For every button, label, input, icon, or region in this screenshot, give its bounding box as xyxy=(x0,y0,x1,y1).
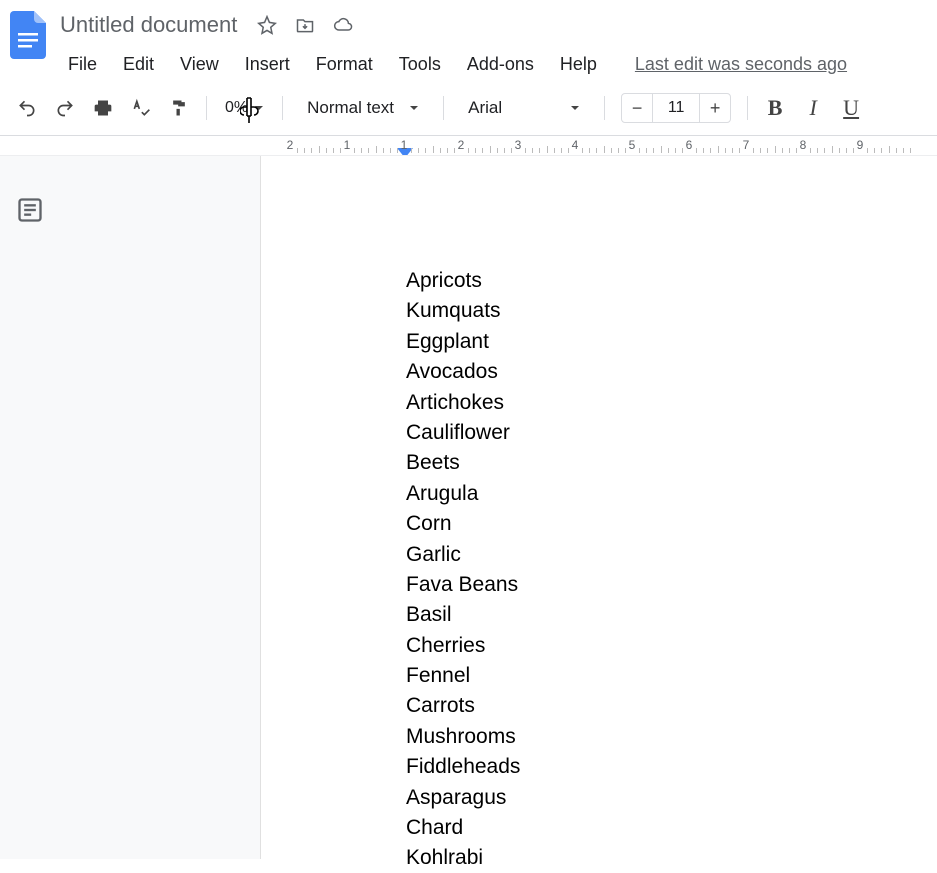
document-title[interactable]: Untitled document xyxy=(56,10,241,40)
doc-line[interactable]: Apricots xyxy=(406,266,937,295)
separator xyxy=(206,96,207,120)
separator xyxy=(443,96,444,120)
menu-tools[interactable]: Tools xyxy=(387,48,453,81)
menu-addons[interactable]: Add-ons xyxy=(455,48,546,81)
menu-edit[interactable]: Edit xyxy=(111,48,166,81)
horizontal-ruler[interactable]: 2 1 1 2 3 4 5 6 7 8 9 xyxy=(0,136,937,156)
doc-line[interactable]: Garlic xyxy=(406,540,937,569)
menu-insert[interactable]: Insert xyxy=(233,48,302,81)
zoom-value: 0% xyxy=(225,99,248,117)
star-icon[interactable] xyxy=(255,13,279,37)
ruler-tick-label: 2 xyxy=(287,138,294,152)
ruler-tick-label: 1 xyxy=(401,138,408,152)
ruler-tick-label: 5 xyxy=(629,138,636,152)
ruler-tick-label: 8 xyxy=(800,138,807,152)
doc-line[interactable]: Fennel xyxy=(406,661,937,690)
doc-line[interactable]: Arugula xyxy=(406,479,937,508)
doc-line[interactable]: Eggplant xyxy=(406,327,937,356)
doc-line[interactable]: Beets xyxy=(406,448,937,477)
doc-line[interactable]: Mushrooms xyxy=(406,722,937,751)
ruler-tick-label: 9 xyxy=(857,138,864,152)
paint-format-icon[interactable] xyxy=(162,91,196,125)
undo-icon[interactable] xyxy=(10,91,44,125)
doc-line[interactable]: Avocados xyxy=(406,357,937,386)
document-outline-icon[interactable] xyxy=(16,196,44,224)
separator xyxy=(282,96,283,120)
separator xyxy=(747,96,748,120)
doc-line[interactable]: Fiddleheads xyxy=(406,752,937,781)
font-size-input[interactable]: 11 xyxy=(652,94,700,122)
spellcheck-icon[interactable] xyxy=(124,91,158,125)
underline-button[interactable]: U xyxy=(834,91,868,125)
ruler-tick-label: 2 xyxy=(458,138,465,152)
increase-font-size-button[interactable]: + xyxy=(700,94,730,122)
decrease-font-size-button[interactable]: − xyxy=(622,94,652,122)
last-edit-link[interactable]: Last edit was seconds ago xyxy=(635,54,847,75)
doc-line[interactable]: Asparagus xyxy=(406,783,937,812)
menu-file[interactable]: File xyxy=(56,48,109,81)
page-margin-area xyxy=(60,156,260,859)
doc-line[interactable]: Cauliflower xyxy=(406,418,937,447)
chevron-down-icon xyxy=(570,103,580,113)
separator xyxy=(604,96,605,120)
font-family-label: Arial xyxy=(468,98,502,118)
chevron-down-icon xyxy=(254,103,264,113)
paragraph-style-label: Normal text xyxy=(307,98,394,118)
doc-line[interactable]: Chard xyxy=(406,813,937,842)
menu-view[interactable]: View xyxy=(168,48,231,81)
menu-help[interactable]: Help xyxy=(548,48,609,81)
cloud-status-icon[interactable] xyxy=(331,13,355,37)
italic-button[interactable]: I xyxy=(796,91,830,125)
toolbar: 0% Normal text Arial − 11 + B I U xyxy=(0,81,937,136)
chevron-down-icon xyxy=(409,103,419,113)
ruler-tick-label: 4 xyxy=(572,138,579,152)
doc-line[interactable]: Fava Beans xyxy=(406,570,937,599)
ruler-tick-label: 7 xyxy=(743,138,750,152)
move-icon[interactable] xyxy=(293,13,317,37)
doc-line[interactable]: Corn xyxy=(406,509,937,538)
ruler-tick-label: 1 xyxy=(344,138,351,152)
ruler-tick-label: 6 xyxy=(686,138,693,152)
doc-line[interactable]: Kohlrabi xyxy=(406,843,937,872)
docs-logo-icon[interactable] xyxy=(8,8,48,62)
redo-icon[interactable] xyxy=(48,91,82,125)
paragraph-style-dropdown[interactable]: Normal text xyxy=(293,98,433,118)
doc-line[interactable]: Artichokes xyxy=(406,388,937,417)
font-size-group: − 11 + xyxy=(621,93,731,123)
print-icon[interactable] xyxy=(86,91,120,125)
menu-bar: File Edit View Insert Format Tools Add-o… xyxy=(56,40,929,81)
font-family-dropdown[interactable]: Arial xyxy=(454,98,594,118)
ruler-tick-label: 3 xyxy=(515,138,522,152)
bold-button[interactable]: B xyxy=(758,91,792,125)
doc-line[interactable]: Basil xyxy=(406,600,937,629)
doc-line[interactable]: Carrots xyxy=(406,691,937,720)
menu-format[interactable]: Format xyxy=(304,48,385,81)
document-page[interactable]: ApricotsKumquatsEggplantAvocadosArtichok… xyxy=(260,156,937,859)
zoom-dropdown[interactable]: 0% xyxy=(217,99,272,117)
doc-line[interactable]: Kumquats xyxy=(406,296,937,325)
doc-line[interactable]: Cherries xyxy=(406,631,937,660)
